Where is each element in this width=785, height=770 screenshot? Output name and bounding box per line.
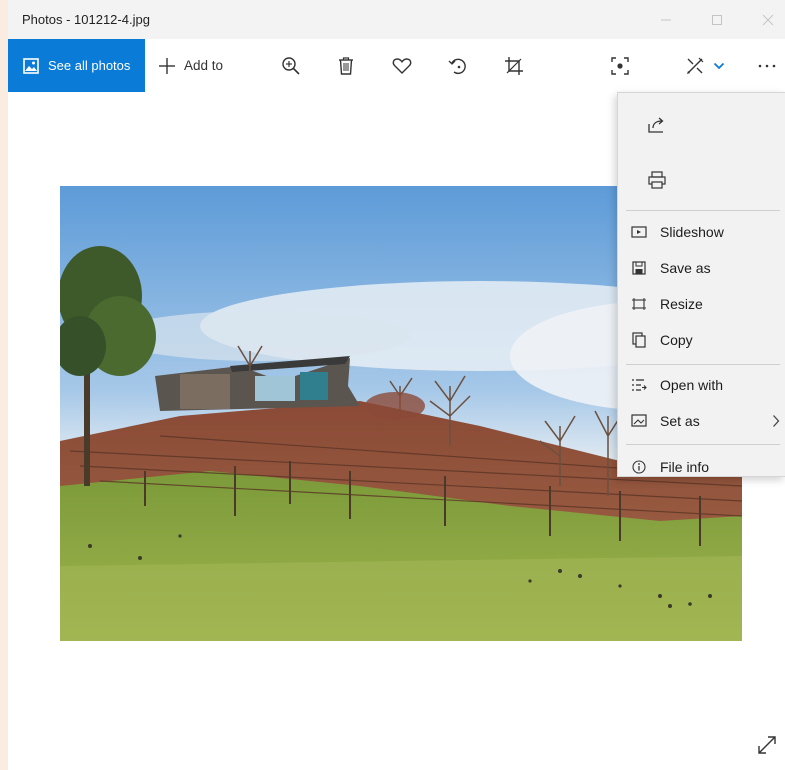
rotate-icon [448,58,466,74]
crop-icon [505,56,523,75]
menu-item-label: Save as [660,260,711,276]
menu-divider [626,364,780,365]
trash-icon [339,56,353,75]
minimize-icon [661,19,671,20]
share-button[interactable] [618,99,785,151]
set-as-icon [631,414,647,428]
close-icon [762,14,774,25]
menu-item-label: Set as [660,413,700,429]
menu-item-set-as[interactable]: Set as [618,404,785,438]
expand-icon [758,736,776,754]
heart-icon [392,57,412,74]
chevron-right-icon [772,414,780,428]
menu-item-label: Slideshow [660,224,724,240]
info-icon [631,460,647,474]
more-icon [758,64,776,67]
add-to-label: Add to [184,58,224,73]
plus-icon [158,57,176,75]
close-button[interactable] [745,0,785,39]
photos-icon [23,57,39,74]
spot-fix-button[interactable] [607,39,633,92]
maximize-button[interactable] [694,0,740,39]
menu-item-open-with[interactable]: Open with [618,368,785,402]
menu-item-label: Resize [660,296,703,312]
menu-item-label: Copy [660,332,693,348]
rotate-button[interactable] [445,39,471,92]
delete-button[interactable] [334,39,358,92]
more-options-menu: Slideshow Save as Resize Copy Open with … [617,92,785,477]
maximize-icon [712,14,722,25]
favorite-button[interactable] [389,39,415,92]
menu-item-label: File info [660,459,710,475]
add-to-button[interactable]: Add to [158,39,238,92]
menu-item-save-as[interactable]: Save as [618,251,785,285]
menu-item-slideshow[interactable]: Slideshow [618,215,785,249]
share-icon [647,116,667,134]
zoom-button[interactable] [278,39,304,92]
menu-item-resize[interactable]: Resize [618,287,785,321]
window-title: Photos - 101212-4.jpg [22,12,150,27]
slideshow-icon [631,225,647,239]
see-all-photos-button[interactable]: See all photos [8,39,145,92]
edit-pen-icon [687,57,704,74]
menu-item-file-info[interactable]: File info [618,450,785,476]
chevron-down-icon [713,62,725,69]
edit-create-button[interactable] [682,39,728,92]
print-button[interactable] [618,154,785,206]
full-screen-button[interactable] [756,734,778,761]
open-with-icon [631,378,647,392]
resize-icon [631,297,647,311]
menu-item-copy[interactable]: Copy [618,323,785,357]
see-all-photos-label: See all photos [48,58,131,73]
menu-divider [626,444,780,445]
minimize-button[interactable] [643,0,689,39]
toolbar: See all photos Add to [8,39,785,92]
window-edge [0,0,8,770]
more-button[interactable] [752,39,782,92]
printer-icon [647,170,667,190]
save-icon [631,261,647,275]
menu-item-label: Open with [660,377,724,393]
copy-icon [631,332,647,348]
crop-button[interactable] [501,39,527,92]
focus-icon [611,56,629,75]
zoom-in-icon [282,56,300,75]
menu-divider [626,210,780,211]
